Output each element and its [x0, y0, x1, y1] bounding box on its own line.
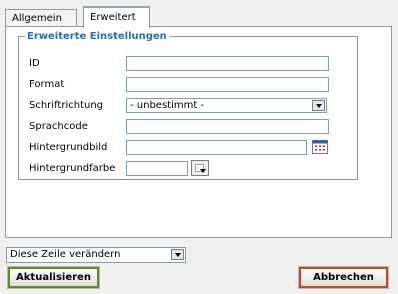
row-mode-select[interactable]: Diese Zeile verändern — [6, 247, 186, 263]
cancel-button[interactable]: Abbrechen — [298, 266, 389, 289]
direction-label: Schriftrichtung — [29, 100, 104, 111]
direction-row: Schriftrichtung - unbestimmt - — [29, 98, 349, 114]
chevron-down-icon[interactable] — [171, 249, 184, 260]
format-row: Format — [29, 77, 349, 93]
color-swatch-icon — [195, 164, 204, 172]
table-row-properties-dialog: Allgemein Erweitert Erweiterte Einstellu… — [0, 0, 398, 294]
bgimage-label: Hintergrundbild — [29, 142, 108, 153]
bgcolor-row: Hintergrundfarbe — [29, 160, 349, 177]
browse-image-icon[interactable] — [312, 140, 328, 154]
id-label: ID — [29, 58, 40, 69]
language-row: Sprachcode — [29, 119, 349, 135]
direction-select-value: - unbestimmt - — [130, 100, 205, 111]
bgimage-input[interactable] — [126, 140, 307, 155]
advanced-settings-legend: Erweiterte Einstellungen — [27, 31, 167, 42]
id-row: ID — [29, 56, 349, 72]
advanced-settings-group: Erweiterte Einstellungen ID Format Schri… — [18, 31, 358, 180]
color-picker-button[interactable] — [191, 160, 209, 176]
format-label: Format — [29, 79, 65, 90]
format-input[interactable] — [126, 77, 329, 92]
row-mode-select-value: Diese Zeile verändern — [10, 249, 121, 260]
direction-select[interactable]: - unbestimmt - — [126, 98, 327, 113]
update-button[interactable]: Aktualisieren — [7, 266, 100, 289]
tab-advanced[interactable]: Erweitert — [83, 6, 150, 28]
bgcolor-label: Hintergrundfarbe — [29, 163, 116, 174]
tab-general[interactable]: Allgemein — [5, 9, 77, 27]
id-input[interactable] — [126, 56, 329, 71]
chevron-down-icon[interactable] — [312, 100, 325, 111]
tab-panel-advanced: Erweiterte Einstellungen ID Format Schri… — [5, 26, 392, 238]
language-label: Sprachcode — [29, 121, 88, 132]
bgcolor-input[interactable] — [126, 161, 188, 176]
language-input[interactable] — [126, 119, 329, 134]
bgimage-row: Hintergrundbild — [29, 140, 349, 156]
